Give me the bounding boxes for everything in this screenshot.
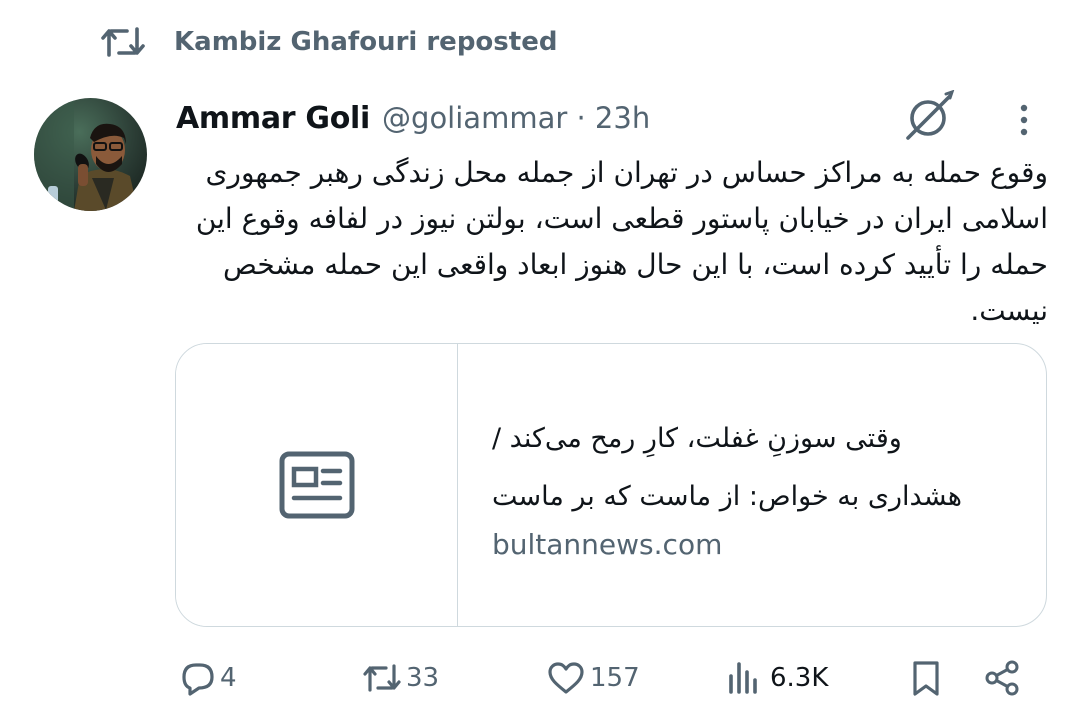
- heart-icon: [548, 662, 584, 694]
- avatar[interactable]: [34, 98, 147, 211]
- reply-icon: [182, 663, 214, 696]
- tweet-header: Ammar Goli @goliammar · 23h: [176, 97, 650, 139]
- article-icon: [279, 451, 354, 519]
- author-name[interactable]: Ammar Goli: [176, 101, 370, 136]
- link-preview-card[interactable]: وقتی سوزنِ غفلت، کارِ رمح می‌کند / هشدار…: [175, 343, 1047, 627]
- repost-label: Kambiz Ghafouri reposted: [174, 27, 558, 57]
- card-thumbnail: [176, 344, 458, 626]
- card-title-line-1: وقتی سوزنِ غفلت، کارِ رمح می‌کند /: [492, 423, 902, 454]
- card-body: وقتی سوزنِ غفلت، کارِ رمح می‌کند / هشدار…: [492, 344, 1006, 626]
- card-domain: bultannews.com: [492, 528, 723, 561]
- reply-count: 4: [220, 663, 237, 693]
- like-button[interactable]: 157: [546, 650, 640, 706]
- grok-icon[interactable]: [902, 90, 958, 142]
- repost-icon: [101, 27, 145, 57]
- views-count: 6.3K: [770, 663, 829, 693]
- repost-context[interactable]: Kambiz Ghafouri reposted: [100, 22, 557, 62]
- card-title: وقتی سوزنِ غفلت، کارِ رمح می‌کند / هشدار…: [492, 410, 1006, 526]
- bookmark-icon: [913, 661, 939, 696]
- tweet-text: وقوع حمله به مراکز حساس در تهران از جمله…: [195, 156, 1048, 327]
- share-icon: [985, 660, 1019, 696]
- card-title-line-2: هشداری به خواص: از ماست که بر ماست: [492, 481, 963, 512]
- repost-count: 33: [406, 663, 440, 693]
- repost-icon: [363, 664, 401, 692]
- views-button[interactable]: 6.3K: [724, 650, 828, 706]
- repost-button[interactable]: 33: [362, 650, 439, 706]
- author-handle-time[interactable]: @goliammar · 23h: [382, 101, 650, 135]
- like-count: 157: [590, 663, 640, 693]
- reply-button[interactable]: 4: [176, 650, 237, 706]
- share-button[interactable]: [982, 650, 1022, 706]
- views-icon: [729, 662, 757, 694]
- more-options-icon[interactable]: [1010, 100, 1038, 140]
- bookmark-button[interactable]: [906, 650, 946, 706]
- action-bar: 4 33 157 6.3K: [176, 650, 1026, 706]
